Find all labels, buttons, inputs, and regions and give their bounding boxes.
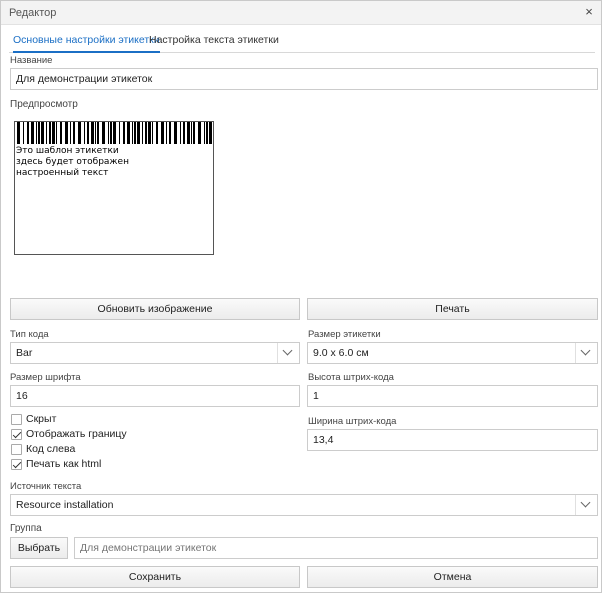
barcode-height-input[interactable]	[307, 385, 598, 407]
barcode-height-label: Высота штрих-кода	[308, 372, 394, 383]
barcode-image	[17, 122, 212, 144]
barcode-width-input[interactable]	[307, 429, 598, 451]
text-source-label: Источник текста	[10, 481, 82, 492]
refresh-image-button[interactable]: Обновить изображение	[10, 298, 300, 320]
label-preview: Это шаблон этикетки здесь будет отображе…	[14, 121, 214, 255]
checkbox-show-border-box[interactable]	[11, 429, 22, 440]
text-source-select[interactable]: Resource installation	[10, 494, 598, 516]
checkbox-hidden-box[interactable]	[11, 414, 22, 425]
text-source-value: Resource installation	[16, 499, 114, 511]
tab-bar: Основные настройки этикетки Настройка те…	[9, 31, 595, 53]
preview-text: Это шаблон этикетки здесь будет отображе…	[16, 146, 129, 178]
window-title: Редактор	[9, 7, 57, 19]
code-type-label: Тип кода	[10, 329, 49, 340]
tab-text-settings[interactable]: Настройка текста этикетки	[149, 34, 279, 51]
preview-label: Предпросмотр	[10, 99, 78, 110]
checkbox-code-left-label: Код слева	[26, 443, 76, 455]
title-bar: Редактор ×	[1, 1, 601, 25]
group-input[interactable]	[74, 537, 598, 559]
checkbox-hidden-label: Скрыт	[26, 413, 57, 425]
cancel-button[interactable]: Отмена	[307, 566, 598, 588]
print-button[interactable]: Печать	[307, 298, 598, 320]
label-size-value: 9.0 x 6.0 см	[313, 347, 369, 359]
name-label: Название	[10, 55, 53, 66]
tab-basic-settings[interactable]: Основные настройки этикетки	[13, 34, 160, 53]
barcode-width-label: Ширина штрих-кода	[308, 416, 397, 427]
name-input[interactable]	[10, 68, 598, 90]
checkbox-code-left-box[interactable]	[11, 444, 22, 455]
checkbox-print-html-label: Печать как html	[26, 458, 102, 470]
font-size-label: Размер шрифта	[10, 372, 81, 383]
checkbox-show-border-label: Отображать границу	[26, 428, 127, 440]
code-type-value: Bar	[16, 347, 33, 359]
font-size-input[interactable]	[10, 385, 300, 407]
chevron-down-icon[interactable]	[575, 343, 597, 363]
code-type-select[interactable]: Bar	[10, 342, 300, 364]
group-label: Группа	[10, 523, 42, 534]
editor-window: Редактор × Основные настройки этикетки Н…	[0, 0, 602, 593]
chevron-down-icon[interactable]	[277, 343, 299, 363]
label-size-select[interactable]: 9.0 x 6.0 см	[307, 342, 598, 364]
chevron-down-icon[interactable]	[575, 495, 597, 515]
save-button[interactable]: Сохранить	[10, 566, 300, 588]
checkbox-print-html-box[interactable]	[11, 459, 22, 470]
label-size-label: Размер этикетки	[308, 329, 381, 340]
select-group-button[interactable]: Выбрать	[10, 537, 68, 559]
close-icon[interactable]: ×	[581, 4, 597, 20]
